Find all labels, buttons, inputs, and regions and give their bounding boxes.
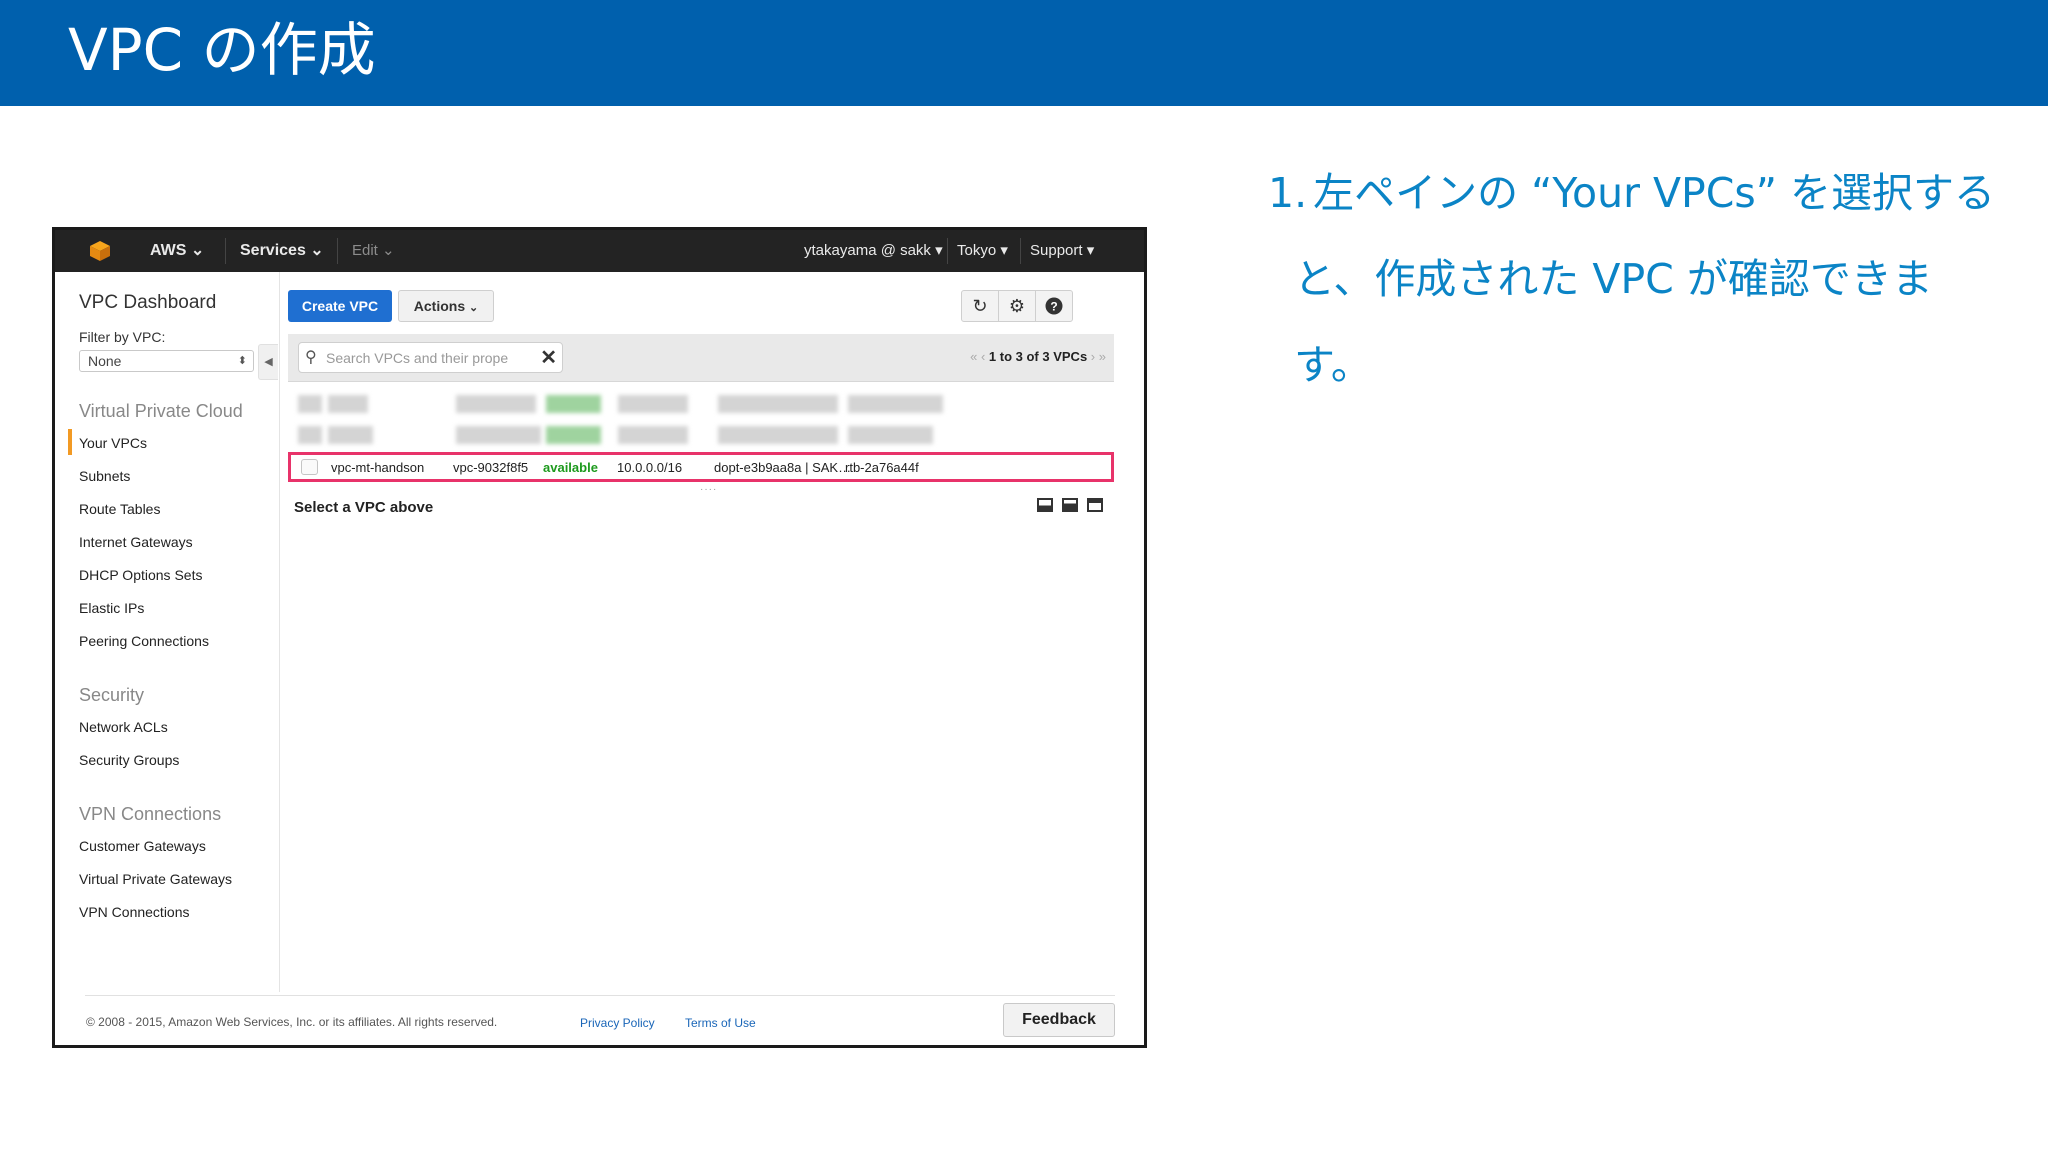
first-page-icon[interactable]: « — [970, 349, 977, 364]
sidebar-item-peering-connections[interactable]: Peering Connections — [79, 633, 209, 649]
privacy-policy-link[interactable]: Privacy Policy — [580, 1016, 655, 1030]
edit-menu[interactable]: Edit ⌄ — [352, 230, 395, 272]
support-menu-label: Support — [1030, 242, 1083, 259]
vpc-name-cell: vpc-mt-handson — [331, 460, 425, 475]
instruction-line-2: と、作成された VPC が確認できま — [1294, 255, 1933, 303]
chevron-down-icon: ⌄ — [310, 242, 324, 259]
edit-menu-label: Edit — [352, 242, 378, 259]
sidebar-item-virtual-private-gateways[interactable]: Virtual Private Gateways — [79, 871, 232, 887]
sidebar-title[interactable]: VPC Dashboard — [79, 292, 216, 314]
aws-menu[interactable]: AWS ⌄ — [150, 230, 204, 272]
sidebar-item-your-vpcs[interactable]: Your VPCs — [79, 435, 147, 451]
search-placeholder: Search VPCs and their prope — [326, 350, 509, 366]
slide-header: VPC の作成 — [0, 0, 2048, 106]
chevron-down-icon: ⌄ — [382, 242, 395, 259]
vpc-sidebar: VPC Dashboard Filter by VPC: None ⬍ Virt… — [55, 272, 280, 992]
last-page-icon[interactable]: » — [1099, 349, 1106, 364]
table-row[interactable]: vpc-mt-handson vpc-9032f8f5 available 10… — [288, 452, 1114, 482]
aws-top-nav: AWS ⌄ Services ⌄ Edit ⌄ ytakayama @ sakk… — [55, 230, 1144, 272]
copyright-text: © 2008 - 2015, Amazon Web Services, Inc.… — [86, 1015, 498, 1029]
vpc-id-cell: vpc-9032f8f5 — [453, 460, 529, 475]
sidebar-item-internet-gateways[interactable]: Internet Gateways — [79, 534, 193, 550]
divider — [1020, 238, 1021, 264]
sidebar-section-label: VPN Connections — [79, 804, 222, 824]
search-bar: ⚲ Search VPCs and their prope ✕ « ‹ 1 to… — [288, 334, 1114, 382]
chevron-down-icon: ⌄ — [469, 302, 479, 314]
services-menu[interactable]: Services ⌄ — [240, 230, 324, 272]
filter-select-value: None — [88, 353, 122, 369]
details-placeholder: Select a VPC above — [294, 499, 434, 516]
select-arrows-icon: ⬍ — [237, 355, 247, 367]
user-menu[interactable]: ytakayama @ sakk ▾ — [804, 230, 943, 272]
active-item-marker — [68, 429, 72, 455]
pagination: « ‹ 1 to 3 of 3 VPCs › » — [970, 349, 1106, 364]
row-checkbox[interactable] — [301, 459, 318, 475]
caret-down-icon: ▾ — [1086, 242, 1095, 259]
sidebar-item-network-acls[interactable]: Network ACLs — [79, 719, 168, 735]
collapse-sidebar-icon[interactable]: ◀ — [258, 344, 278, 380]
vpc-state-cell: available — [543, 460, 598, 475]
sidebar-item-subnets[interactable]: Subnets — [79, 468, 130, 484]
clear-search-icon[interactable]: ✕ — [540, 345, 557, 370]
region-menu[interactable]: Tokyo ▾ — [957, 230, 1008, 272]
help-icon[interactable]: ? — [1035, 290, 1073, 322]
divider — [337, 238, 338, 264]
slide-title: VPC の作成 — [68, 16, 376, 84]
search-icon: ⚲ — [305, 349, 317, 366]
refresh-icon[interactable]: ↻ — [961, 290, 999, 322]
instruction-line-3: す。 — [1294, 341, 1372, 389]
caret-down-icon: ▾ — [935, 242, 943, 259]
sidebar-item-dhcp-options-sets[interactable]: DHCP Options Sets — [79, 567, 202, 583]
blurred-table-row — [288, 395, 1114, 413]
sidebar-item-vpn-connections[interactable]: VPN Connections — [79, 904, 190, 920]
instruction-number: 1. — [1268, 169, 1308, 217]
terms-of-use-link[interactable]: Terms of Use — [685, 1016, 756, 1030]
support-menu[interactable]: Support ▾ — [1030, 230, 1094, 272]
layout-top-icon[interactable] — [1087, 498, 1103, 512]
region-menu-label: Tokyo — [957, 242, 997, 259]
svg-text:?: ? — [1050, 300, 1057, 314]
instruction-line-1: 左ペインの “Your VPCs” を選択する — [1313, 169, 1995, 217]
aws-console-screenshot: AWS ⌄ Services ⌄ Edit ⌄ ytakayama @ sakk… — [52, 227, 1147, 1048]
vpc-dhcp-cell: dopt-e3b9aa8a | SAK… — [714, 460, 852, 475]
chevron-down-icon: ⌄ — [190, 242, 205, 259]
layout-bottom-icon[interactable] — [1037, 498, 1053, 512]
layout-split-icon[interactable] — [1062, 498, 1078, 512]
caret-down-icon: ▾ — [1000, 242, 1008, 259]
pagination-label: 1 to 3 of 3 VPCs — [988, 349, 1088, 364]
sidebar-item-customer-gateways[interactable]: Customer Gateways — [79, 838, 206, 854]
feedback-button[interactable]: Feedback — [1003, 1003, 1115, 1037]
gear-icon[interactable]: ⚙ — [998, 290, 1036, 322]
divider — [225, 238, 226, 264]
prev-page-icon[interactable]: ‹ — [981, 349, 985, 364]
actions-button-label: Actions — [413, 298, 466, 314]
sidebar-item-security-groups[interactable]: Security Groups — [79, 752, 179, 768]
instruction-text: 1. 左ペインの “Your VPCs” を選択する と、作成された VPC が確… — [1268, 150, 2008, 408]
sidebar-section-label: Virtual Private Cloud — [79, 401, 243, 421]
aws-menu-label: AWS — [150, 242, 187, 259]
search-input[interactable]: ⚲ Search VPCs and their prope ✕ — [298, 342, 563, 373]
next-page-icon[interactable]: › — [1091, 349, 1095, 364]
actions-button[interactable]: Actions ⌄ — [398, 290, 494, 322]
create-vpc-button[interactable]: Create VPC — [288, 290, 392, 322]
filter-select[interactable]: None ⬍ — [79, 350, 254, 372]
vpc-route-table-cell: rtb-2a76a44f — [845, 460, 919, 475]
vpc-cidr-cell: 10.0.0.0/16 — [617, 460, 683, 475]
blurred-table-row — [288, 426, 1114, 444]
filter-label: Filter by VPC: — [79, 329, 166, 345]
help-circle-icon: ? — [1045, 297, 1063, 315]
sidebar-item-route-tables[interactable]: Route Tables — [79, 501, 160, 517]
pane-resize-handle[interactable]: ···· — [700, 484, 717, 495]
aws-logo-icon[interactable] — [89, 240, 111, 262]
user-menu-label: ytakayama @ sakk — [804, 242, 931, 259]
services-menu-label: Services — [240, 242, 306, 259]
footer-divider — [85, 995, 1115, 996]
sidebar-item-elastic-ips[interactable]: Elastic IPs — [79, 600, 144, 616]
sidebar-section-label: Security — [79, 685, 145, 705]
divider — [947, 238, 948, 264]
